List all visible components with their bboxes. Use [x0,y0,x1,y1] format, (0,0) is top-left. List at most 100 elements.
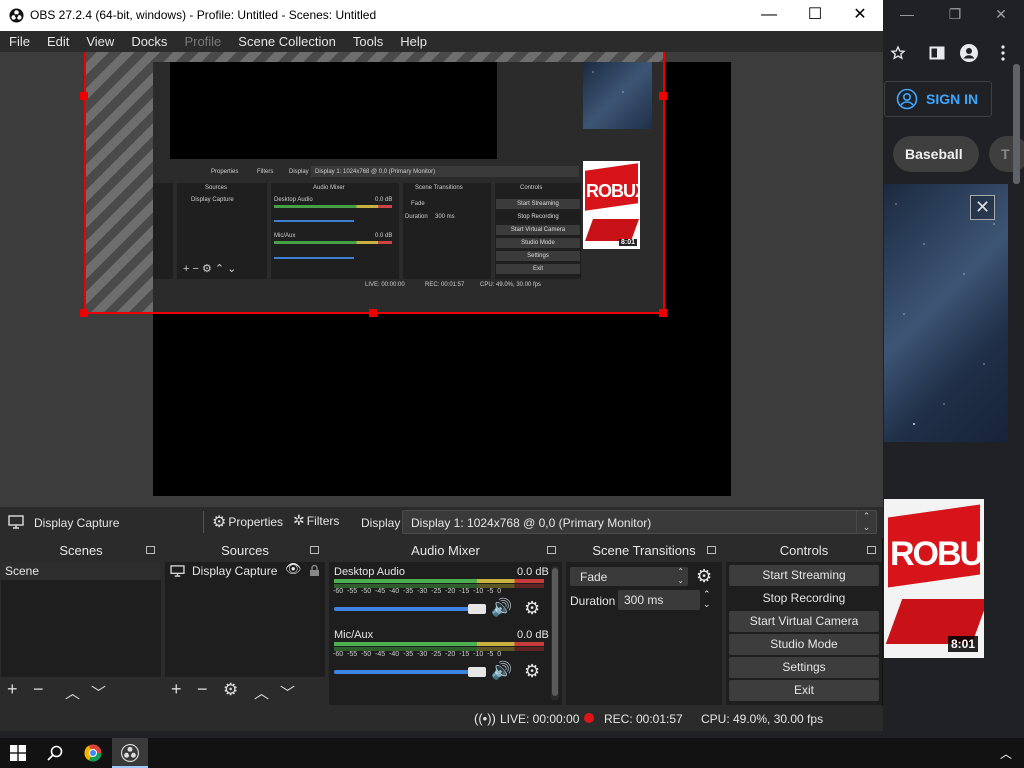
source-properties-gear-icon[interactable]: ⚙ [223,680,238,700]
maximize-button[interactable]: ☐ [792,2,838,28]
chrome-restore-button[interactable]: ❐ [945,6,965,23]
menu-scene-collection[interactable]: Scene Collection [229,31,344,52]
add-source-icon[interactable]: + [171,679,182,700]
menu-file[interactable]: File [0,31,38,52]
exit-button[interactable]: Exit [729,680,879,701]
remove-source-icon[interactable]: − [197,679,208,700]
transition-gear-icon[interactable]: ⚙ [696,566,712,587]
menu-edit[interactable]: Edit [38,31,77,52]
desktop-audio-level: 0.0 dB [517,566,549,578]
nested-desktop-meter [274,205,392,208]
resize-handle-left[interactable] [80,92,88,100]
video-thumbnail-stars[interactable] [884,184,1008,442]
chip-baseball[interactable]: Baseball [893,136,979,172]
monitor-icon [170,565,185,577]
stop-recording-button[interactable]: Stop Recording [729,588,879,609]
chrome-taskbar-icon[interactable] [76,738,110,768]
nested-scenes-dock [153,183,173,279]
dock-float-icon[interactable] [867,546,876,554]
monitor-icon [8,515,24,529]
visibility-eye-icon[interactable]: 👁 [285,561,302,577]
live-status: LIVE: 00:00:00 [500,712,580,726]
show-hidden-icons-chevron-icon[interactable]: ︿ [996,738,1016,768]
search-icon[interactable] [38,738,72,768]
speaker-icon[interactable]: 🔊 [491,661,512,681]
more-menu-icon[interactable] [992,42,1014,64]
nested-controls-title: Controls [520,185,543,191]
minimize-button[interactable]: — [746,2,792,28]
add-scene-icon[interactable]: + [7,679,18,700]
close-icon[interactable]: ✕ [970,195,995,220]
menu-docks[interactable]: Docks [122,31,175,52]
side-panel-icon[interactable] [926,42,948,64]
move-down-icon[interactable]: ﹀ [91,682,106,703]
move-up-icon[interactable]: ︿ [254,682,269,703]
obs-taskbar-icon[interactable] [112,738,148,768]
resize-handle-right[interactable] [659,92,667,100]
menu-profile[interactable]: Profile [175,31,229,52]
account-circle-icon [896,88,918,110]
chrome-scrollbar[interactable] [1013,64,1020,184]
window-title: OBS 27.2.4 (64-bit, windows) - Profile: … [30,8,377,22]
resize-handle-bottom-right[interactable] [659,309,667,317]
speaker-icon[interactable]: 🔊 [491,598,512,618]
menu-help[interactable]: Help [391,31,435,52]
resize-handle-bottom-left[interactable] [80,309,88,317]
bookmark-star-icon[interactable] [887,42,909,64]
settings-button[interactable]: Settings [729,657,879,678]
duration-input[interactable]: 300 ms [618,590,700,610]
start-virtual-camera-button[interactable]: Start Virtual Camera [729,611,879,632]
transition-select[interactable]: Fade ⌃ ⌄ [570,567,688,586]
filters-button[interactable]: ✲ Filters [293,512,339,529]
nested-capture[interactable]: ROBUX 8:01 Properties Filters Display Di… [153,62,664,313]
dock-float-icon[interactable] [310,546,319,554]
nested-properties: Properties [211,169,239,175]
sign-in-button[interactable]: SIGN IN [884,81,992,117]
mic-aux-volume-slider[interactable] [334,670,480,674]
mic-aux-volume-knob[interactable] [468,667,486,677]
chrome-minimize-button[interactable]: — [897,6,917,22]
preview-hatch-top [84,52,664,62]
close-button[interactable]: ✕ [837,2,883,28]
menu-view[interactable]: View [77,31,122,52]
scenes-title: Scenes [1,540,161,562]
nested-duration-value: 300 ms [435,214,455,220]
studio-mode-button[interactable]: Studio Mode [729,634,879,655]
chrome-close-button[interactable]: ✕ [991,6,1011,23]
video-thumbnail-robux[interactable]: ROBUX 8:01 [884,499,984,658]
desktop-audio-volume-slider[interactable] [334,607,480,611]
sources-footer: + − ⚙ ︿ ﹀ [165,677,325,705]
mic-aux-meter [334,642,544,646]
resize-handle-bottom[interactable] [369,309,377,317]
nested-mic-level: 0.0 dB [375,233,393,239]
mixer-scrollbar[interactable] [551,566,559,700]
dock-float-icon[interactable] [146,546,155,554]
source-list-item[interactable]: Display Capture 👁 [165,561,325,580]
recording-dot-icon [584,713,594,723]
move-up-icon[interactable]: ︿ [65,682,80,703]
duration-stepper-icon[interactable]: ⌃ ⌄ [703,589,711,609]
windows-start-icon[interactable] [0,738,35,768]
lock-icon[interactable] [309,564,320,577]
gear-icon[interactable]: ⚙ [524,598,540,619]
dock-float-icon[interactable] [707,546,716,554]
display-select[interactable]: Display 1: 1024x768 @ 0,0 (Primary Monit… [402,510,877,534]
mic-aux-label: Mic/Aux [334,629,374,641]
properties-button[interactable]: ⚙ Properties [212,512,283,532]
scene-list-item[interactable]: Scene [1,562,161,580]
filters-label: Filters [306,513,340,528]
nested-stars-thumbnail [583,62,652,129]
profile-icon[interactable] [958,42,980,64]
move-down-icon[interactable]: ﹀ [280,682,295,703]
remove-scene-icon[interactable]: − [33,679,44,700]
dock-float-icon[interactable] [547,546,556,554]
desktop-audio-volume-knob[interactable] [468,604,486,614]
title-bar: OBS 27.2.4 (64-bit, windows) - Profile: … [0,0,883,31]
menu-tools[interactable]: Tools [344,31,391,52]
nested-fade: Fade [411,201,425,207]
nested-start-streaming: Start Streaming [496,199,580,209]
gear-icon[interactable]: ⚙ [524,661,540,682]
start-streaming-button[interactable]: Start Streaming [729,565,879,586]
duration-badge: 8:01 [947,636,978,652]
nested-duration: Duration [405,214,428,220]
